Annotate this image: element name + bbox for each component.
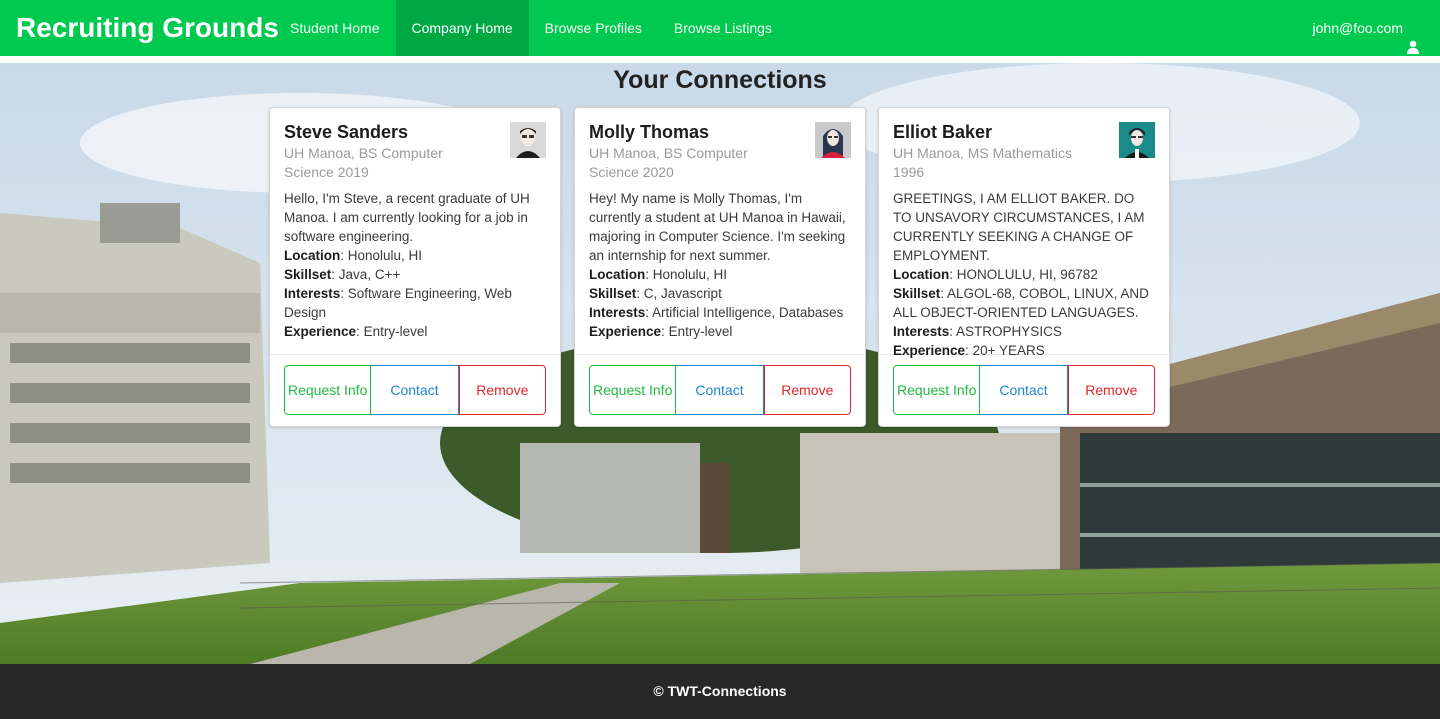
footer-copyright: © TWT-Connections <box>653 683 787 699</box>
location-row: Location: HONOLULU, HI, 96782 <box>893 267 1098 282</box>
skillset-label: Skillset <box>284 267 332 282</box>
card-name: Elliot Baker <box>893 122 993 142</box>
request-info-button[interactable]: Request Info <box>589 365 677 415</box>
avatar <box>815 122 851 158</box>
nav-company-home[interactable]: Company Home <box>395 0 529 56</box>
contact-button[interactable]: Contact <box>676 365 764 415</box>
connection-card: Steve Sanders UH Manoa, BS Computer Scie… <box>269 107 561 427</box>
user-email: john@foo.com <box>1312 20 1403 36</box>
skillset-label: Skillset <box>893 286 941 301</box>
skillset-row: Skillset: Java, C++ <box>284 267 401 282</box>
description-text: Hello, I'm Steve, a recent graduate of U… <box>284 191 530 244</box>
location-label: Location <box>893 267 950 282</box>
brand-logo[interactable]: Recruiting Grounds <box>0 0 279 56</box>
location-value: HONOLULU, HI, 96782 <box>956 267 1098 282</box>
nav-browse-listings[interactable]: Browse Listings <box>658 0 788 56</box>
footer: © TWT-Connections <box>0 664 1440 719</box>
connection-card: Elliot Baker UH Manoa, MS Mathematics 19… <box>878 107 1170 427</box>
experience-row: Experience: 20+ YEARS <box>893 343 1045 358</box>
card-description: Hello, I'm Steve, a recent graduate of U… <box>284 189 546 341</box>
skillset-row: Skillset: ALGOL-68, COBOL, LINUX, AND AL… <box>893 286 1149 320</box>
contact-button[interactable]: Contact <box>371 365 459 415</box>
top-navbar: Recruiting Grounds Student Home Company … <box>0 0 1440 56</box>
skillset-label: Skillset <box>589 286 637 301</box>
description-text: GREETINGS, I AM ELLIOT BAKER. DO TO UNSA… <box>893 191 1145 263</box>
description-text: Hey! My name is Molly Thomas, I'm curren… <box>589 191 846 263</box>
card-meta: UH Manoa, MS Mathematics 1996 <box>893 145 1072 180</box>
user-icon <box>1406 21 1420 54</box>
location-label: Location <box>589 267 646 282</box>
location-value: Honolulu, HI <box>652 267 728 282</box>
avatar <box>1119 122 1155 158</box>
location-row: Location: Honolulu, HI <box>589 267 728 282</box>
remove-button[interactable]: Remove <box>763 365 851 415</box>
card-meta: UH Manoa, BS Computer Science 2019 <box>284 145 443 180</box>
card-meta: UH Manoa, BS Computer Science 2020 <box>589 145 748 180</box>
contact-button[interactable]: Contact <box>980 365 1068 415</box>
page-title: Your Connections <box>613 66 827 94</box>
card-actions: Request Info Contact Remove <box>879 355 1169 425</box>
interests-label: Interests <box>893 324 950 339</box>
interests-label: Interests <box>284 286 341 301</box>
interests-value: Artificial Intelligence, Databases <box>652 305 844 320</box>
experience-label: Experience <box>893 343 966 358</box>
card-description: Hey! My name is Molly Thomas, I'm curren… <box>589 189 851 341</box>
experience-label: Experience <box>284 324 357 339</box>
skillset-value: C, Javascript <box>643 286 722 301</box>
card-actions: Request Info Contact Remove <box>575 355 865 425</box>
skillset-value: Java, C++ <box>338 267 401 282</box>
experience-label: Experience <box>589 324 662 339</box>
interests-row: Interests: ASTROPHYSICS <box>893 324 1062 339</box>
experience-value: Entry-level <box>363 324 428 339</box>
experience-value: 20+ YEARS <box>972 343 1045 358</box>
nav-browse-profiles[interactable]: Browse Profiles <box>529 0 658 56</box>
experience-row: Experience: Entry-level <box>589 324 733 339</box>
nav-student-home[interactable]: Student Home <box>274 0 396 56</box>
location-row: Location: Honolulu, HI <box>284 248 423 263</box>
card-description: GREETINGS, I AM ELLIOT BAKER. DO TO UNSA… <box>893 189 1155 360</box>
avatar <box>510 122 546 158</box>
interests-value: ASTROPHYSICS <box>956 324 1062 339</box>
location-label: Location <box>284 248 341 263</box>
skillset-row: Skillset: C, Javascript <box>589 286 722 301</box>
interests-label: Interests <box>589 305 646 320</box>
location-value: Honolulu, HI <box>347 248 423 263</box>
card-name: Molly Thomas <box>589 122 710 142</box>
remove-button[interactable]: Remove <box>1067 365 1155 415</box>
request-info-button[interactable]: Request Info <box>284 365 372 415</box>
interests-row: Interests: Software Engineering, Web Des… <box>284 286 512 320</box>
request-info-button[interactable]: Request Info <box>893 365 981 415</box>
card-name: Steve Sanders <box>284 122 409 142</box>
experience-row: Experience: Entry-level <box>284 324 428 339</box>
user-menu[interactable]: john@foo.com <box>1313 0 1440 56</box>
remove-button[interactable]: Remove <box>458 365 546 415</box>
connection-card: Molly Thomas UH Manoa, BS Computer Scien… <box>574 107 866 427</box>
interests-row: Interests: Artificial Intelligence, Data… <box>589 305 844 320</box>
experience-value: Entry-level <box>668 324 733 339</box>
card-actions: Request Info Contact Remove <box>270 355 560 425</box>
